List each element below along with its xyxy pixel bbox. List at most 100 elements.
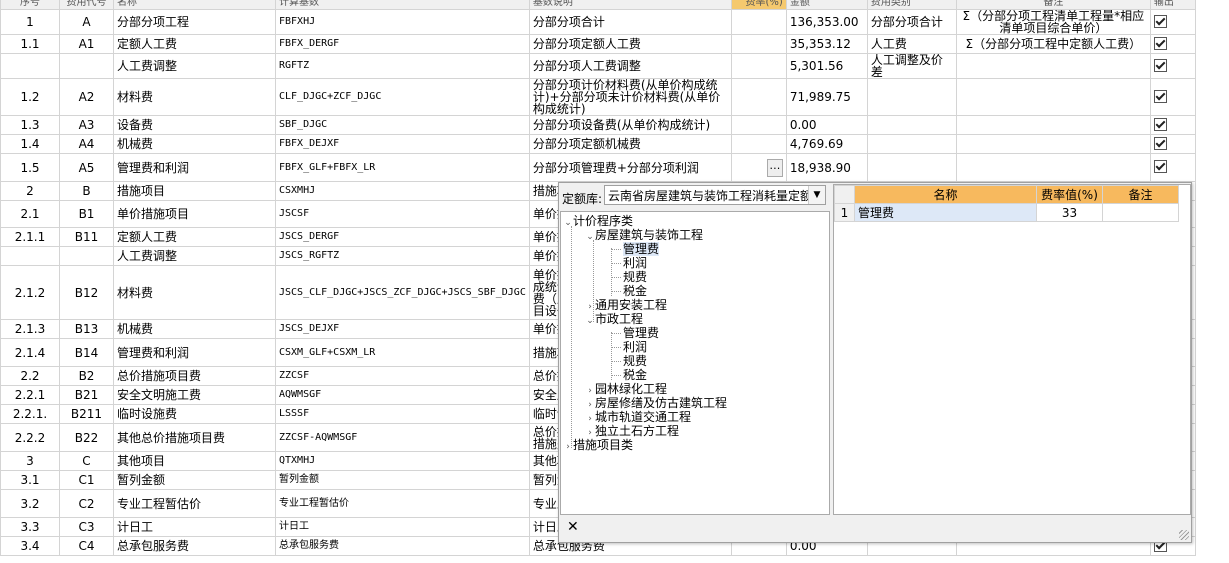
tree-leaf-house-tax[interactable]: 税金 xyxy=(611,284,647,298)
cell-amount[interactable]: 4,769.69 xyxy=(785,134,868,154)
cell-base[interactable]: 暂列金额 xyxy=(275,470,530,490)
table-row[interactable]: 1.4 A4 机械费 FBFX_DEJXF 分部分项定额机械费 4,769.69 xyxy=(0,134,1196,154)
cell-out[interactable] xyxy=(1149,115,1196,135)
cell-name[interactable]: 暂列金额 xyxy=(113,470,276,490)
cell-base[interactable]: JSCS_RGFTZ xyxy=(275,246,530,266)
cell-base[interactable]: QTXMHJ xyxy=(275,451,530,471)
header-cell[interactable]: 费用代号 xyxy=(59,0,114,10)
output-checkbox[interactable] xyxy=(1153,160,1167,173)
cell-amount[interactable]: 71,989.75 xyxy=(785,78,868,116)
cell-name[interactable]: 总价措施项目费 xyxy=(113,366,276,386)
cell-base[interactable]: FBFX_GLF+FBFX_LR xyxy=(275,153,530,182)
cell-seq[interactable]: 3.4 xyxy=(0,536,60,556)
cell-base[interactable]: RGFTZ xyxy=(275,53,530,79)
cell-name[interactable]: 临时设施费 xyxy=(113,404,276,424)
tree-node-municipal[interactable]: ⌄市政工程 xyxy=(585,312,643,326)
output-checkbox[interactable] xyxy=(1153,58,1167,72)
rate-row[interactable]: 1 管理费 33 xyxy=(834,203,1179,222)
cell-code[interactable]: B12 xyxy=(59,265,114,320)
output-checkbox[interactable] xyxy=(1153,14,1167,28)
cell-seq[interactable]: 3.3 xyxy=(0,517,60,537)
cell-out[interactable] xyxy=(1149,134,1196,154)
tree-leaf-muni-tax[interactable]: 税金 xyxy=(611,368,647,382)
cell-name[interactable]: 定额人工费 xyxy=(113,34,276,54)
rate-row-name[interactable]: 管理费 xyxy=(854,203,1037,222)
cell-cat[interactable] xyxy=(866,78,957,116)
tree-leaf-muni-profit[interactable]: 利润 xyxy=(611,340,647,354)
chevron-down-icon[interactable]: ⌄ xyxy=(585,230,595,244)
tree-node-rail[interactable]: › 城市轨道交通工程 xyxy=(585,410,691,424)
cell-seq[interactable]: 2.2.2 xyxy=(0,423,60,452)
cell-name[interactable]: 材料费 xyxy=(113,265,276,320)
output-checkbox[interactable] xyxy=(1153,136,1167,150)
cell-code[interactable]: A3 xyxy=(59,115,114,135)
cell-base[interactable]: JSCSF xyxy=(275,200,530,228)
table-row[interactable]: 人工费调整 RGFTZ 分部分项人工费调整 5,301.56 人工调整及价差 xyxy=(0,53,1196,79)
cell-cat[interactable]: 分部分项合计 xyxy=(866,9,957,35)
cell-base[interactable]: FBFXHJ xyxy=(275,9,530,35)
header-cell[interactable]: 基数说明 xyxy=(528,0,732,10)
cell-seq[interactable]: 3 xyxy=(0,451,60,471)
cell-code[interactable] xyxy=(59,53,114,79)
cell-out[interactable] xyxy=(1149,9,1196,35)
cell-seq[interactable]: 1.2 xyxy=(0,78,60,116)
cell-name[interactable]: 材料费 xyxy=(113,78,276,116)
cell-note[interactable] xyxy=(955,153,1151,182)
cell-code[interactable]: C4 xyxy=(59,536,114,556)
cell-code[interactable]: A4 xyxy=(59,134,114,154)
cell-desc[interactable]: 分部分项计价材料费(从单价构成统计)+分部分项未计价材料费(从单价构成统计) xyxy=(528,78,732,116)
header-cell[interactable]: 输出 xyxy=(1149,0,1196,10)
cell-seq[interactable]: 2.1.3 xyxy=(0,319,60,339)
cell-code[interactable]: A5 xyxy=(59,153,114,182)
cell-code[interactable]: B13 xyxy=(59,319,114,339)
cell-name[interactable]: 定额人工费 xyxy=(113,227,276,247)
header-cell[interactable]: 金额 xyxy=(785,0,868,10)
cell-note[interactable]: Σ（分部分项工程清单工程量*相应清单项目综合单价） xyxy=(955,9,1151,35)
table-row[interactable]: 1.5 A5 管理费和利润 FBFX_GLF+FBFX_LR 分部分项管理费+分部分项利… xyxy=(0,153,1196,182)
cell-base[interactable]: FBFX_DERGF xyxy=(275,34,530,54)
cell-base[interactable]: CLF_DJGC+ZCF_DJGC xyxy=(275,78,530,116)
cell-name[interactable]: 其他项目 xyxy=(113,451,276,471)
cell-seq[interactable]: 2.2.1. xyxy=(0,404,60,424)
cell-name[interactable]: 机械费 xyxy=(113,319,276,339)
cell-base[interactable]: JSCS_DERGF xyxy=(275,227,530,247)
cell-code[interactable]: B211 xyxy=(59,404,114,424)
cell-name[interactable]: 人工费调整 xyxy=(113,53,276,79)
cell-note[interactable] xyxy=(955,78,1151,116)
header-cell[interactable]: 序号 xyxy=(0,0,60,10)
cell-code[interactable]: B22 xyxy=(59,423,114,452)
cell-name[interactable]: 人工费调整 xyxy=(113,246,276,266)
cell-note[interactable] xyxy=(955,134,1151,154)
cell-amount[interactable]: 5,301.56 xyxy=(785,53,868,79)
header-cell[interactable]: 计算基数 xyxy=(275,0,530,10)
chevron-down-icon[interactable]: ⌄ xyxy=(585,314,595,328)
cell-name[interactable]: 计日工 xyxy=(113,517,276,537)
tree-node-install[interactable]: › 通用安装工程 xyxy=(585,298,667,312)
cell-rate[interactable] xyxy=(730,34,787,54)
cell-note[interactable]: Σ（分部分项工程中定额人工费） xyxy=(955,34,1151,54)
cell-name[interactable]: 安全文明施工费 xyxy=(113,385,276,405)
cell-base[interactable]: ZZCSF-AQWMSGF xyxy=(275,423,530,452)
cell-note[interactable] xyxy=(955,115,1151,135)
cell-code[interactable]: B11 xyxy=(59,227,114,247)
header-cell[interactable]: 费用类别 xyxy=(866,0,957,10)
header-cell[interactable]: 备注 xyxy=(955,0,1151,10)
cell-base[interactable]: AQWMSGF xyxy=(275,385,530,405)
cell-code[interactable]: C1 xyxy=(59,470,114,490)
cell-rate[interactable] xyxy=(730,78,787,116)
cell-out[interactable] xyxy=(1149,153,1196,182)
tree-node-pricing-program[interactable]: ⌄计价程序类 xyxy=(563,214,633,228)
cell-base[interactable]: 专业工程暂估价 xyxy=(275,489,530,518)
cell-seq[interactable]: 2.2.1 xyxy=(0,385,60,405)
cell-name[interactable]: 机械费 xyxy=(113,134,276,154)
cell-out[interactable] xyxy=(1149,34,1196,54)
output-checkbox[interactable] xyxy=(1153,89,1167,103)
cell-out[interactable] xyxy=(1149,53,1196,79)
cell-code[interactable]: B21 xyxy=(59,385,114,405)
cell-base[interactable]: CSXM_GLF+CSXM_LR xyxy=(275,338,530,367)
cell-cat[interactable]: 人工费 xyxy=(866,34,957,54)
cell-base[interactable]: 计日工 xyxy=(275,517,530,537)
cell-seq[interactable]: 3.2 xyxy=(0,489,60,518)
cell-amount[interactable]: 0.00 xyxy=(785,115,868,135)
cell-desc[interactable]: 分部分项定额机械费 xyxy=(528,134,732,154)
